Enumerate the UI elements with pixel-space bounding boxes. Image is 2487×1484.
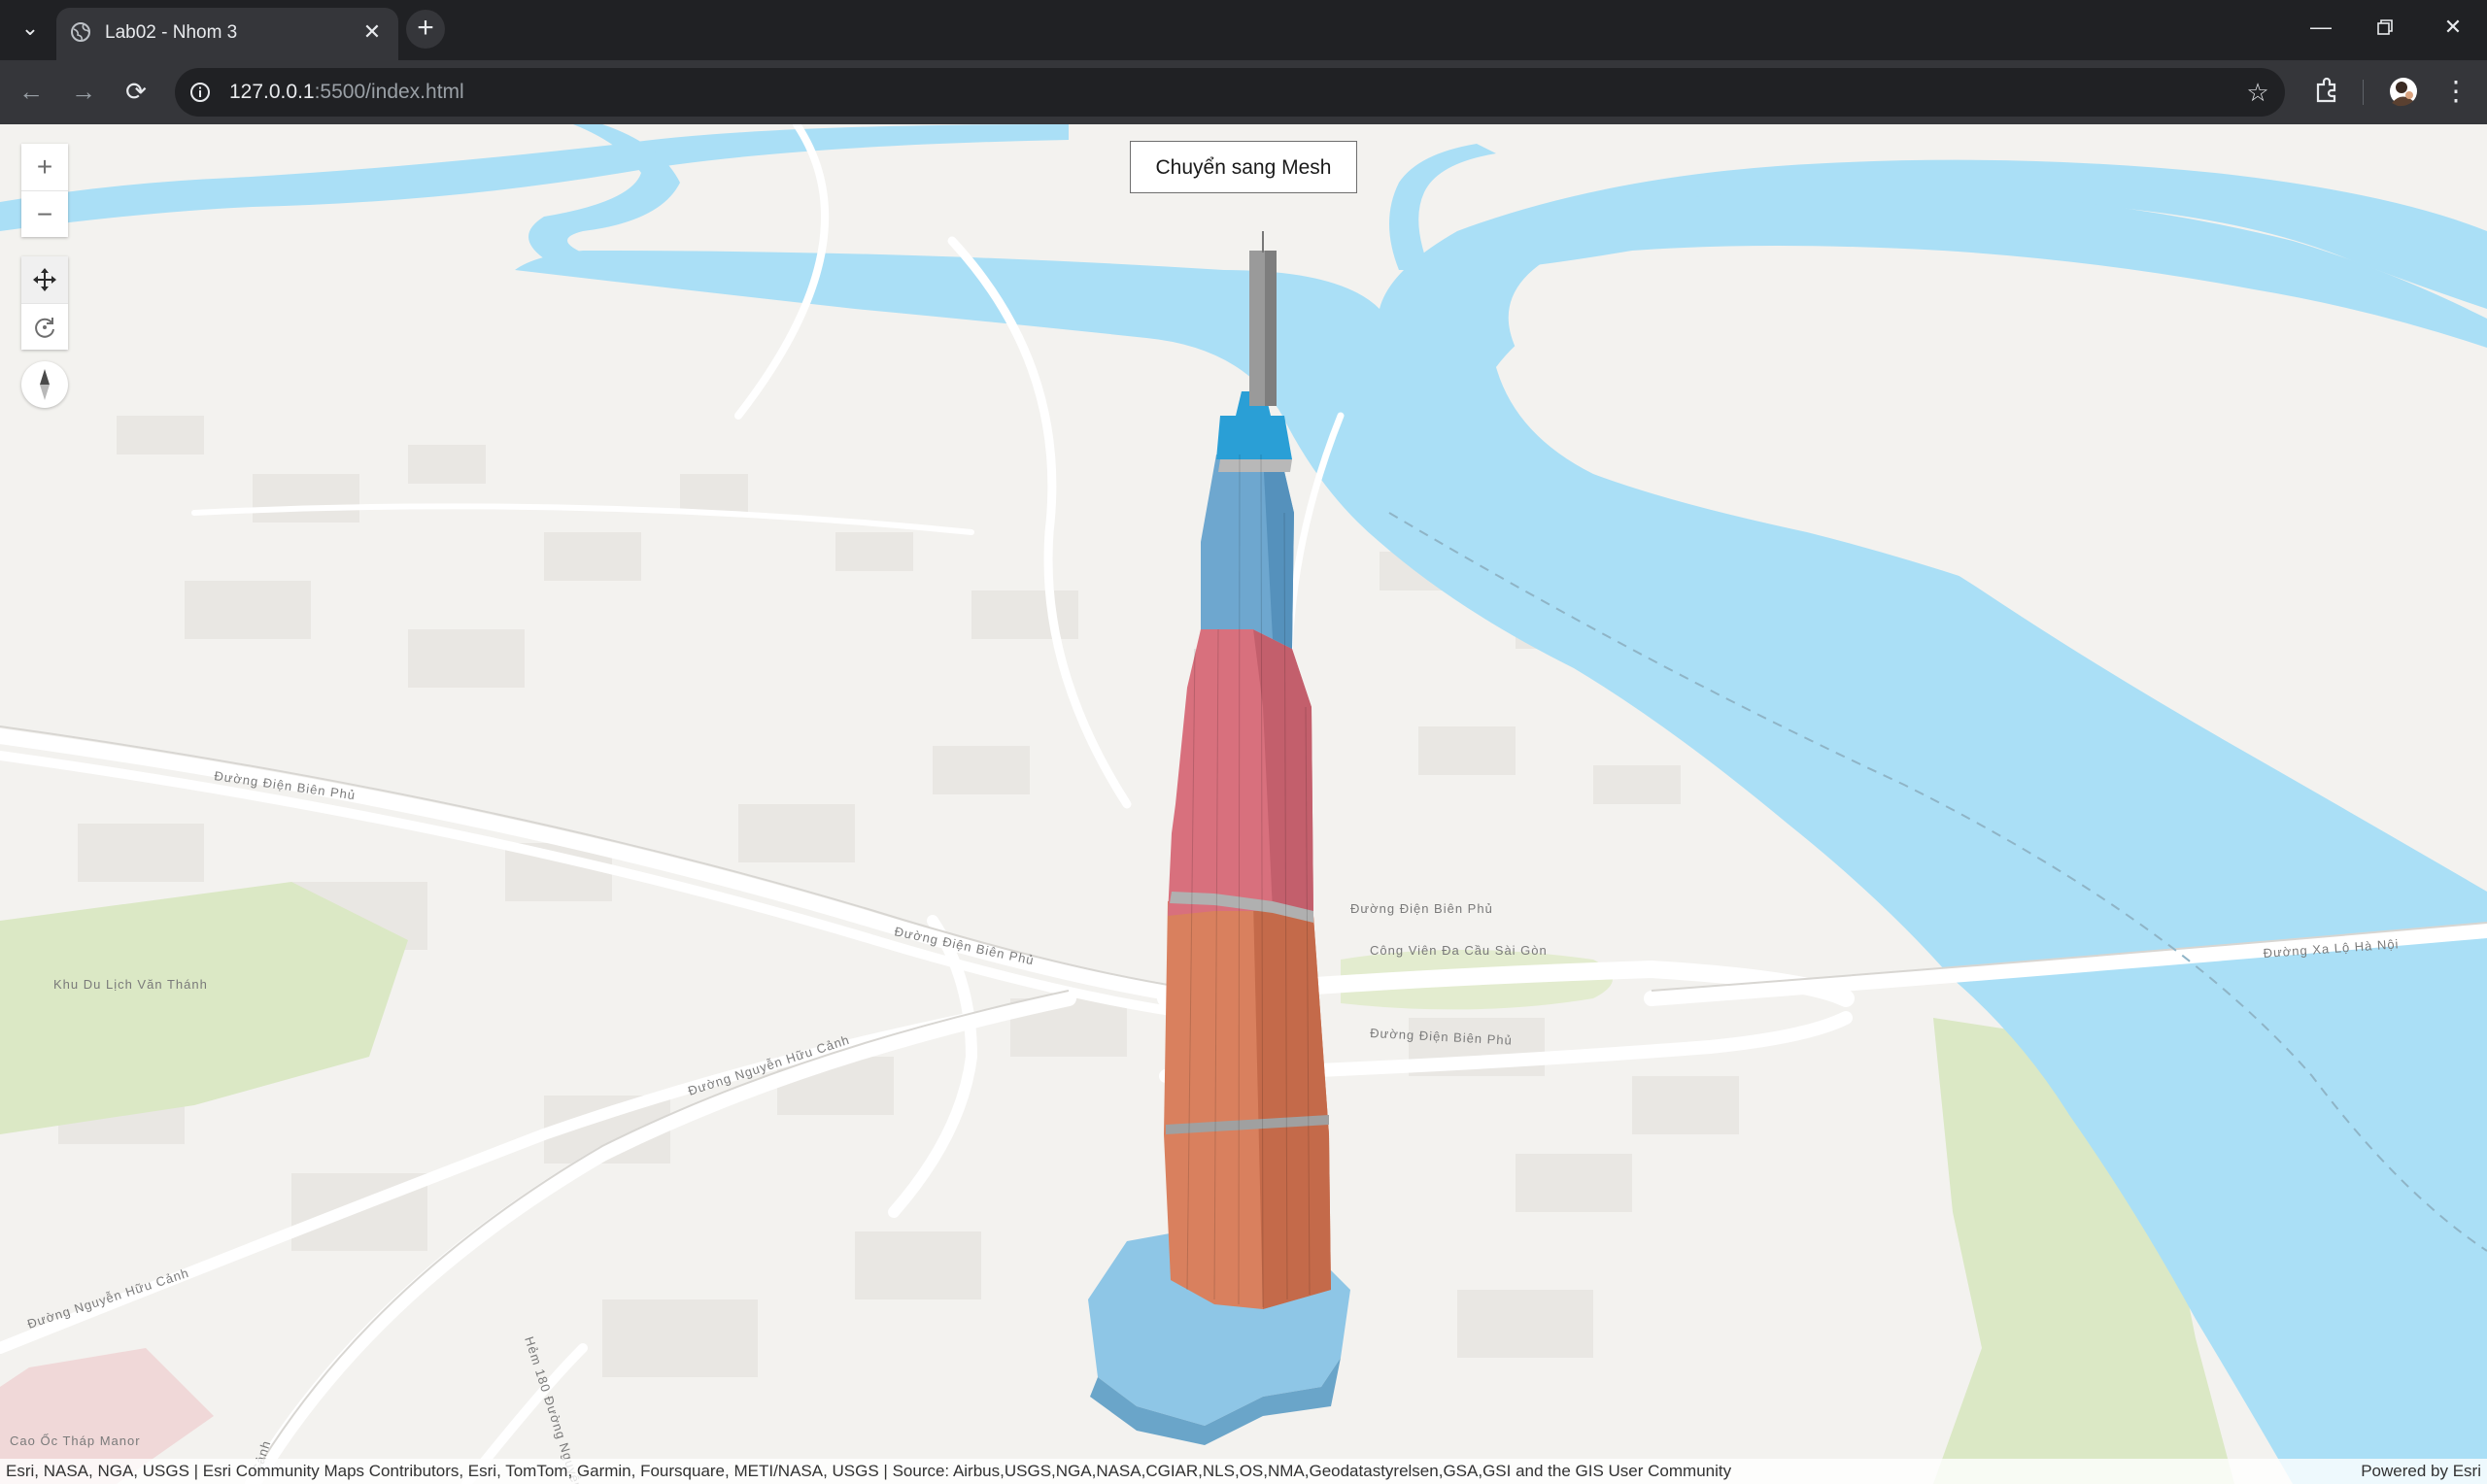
compass-icon (40, 369, 50, 400)
attribution-bar: Esri, NASA, NGA, USGS | Esri Community M… (0, 1459, 2487, 1484)
back-icon[interactable]: ← (12, 72, 51, 111)
pan-icon (33, 268, 56, 291)
toggle-mesh-button[interactable]: Chuyển sang Mesh (1130, 141, 1357, 193)
road-label: Đường Điện Biên Phủ (1350, 901, 1493, 916)
url-text[interactable]: 127.0.0.1:5500/index.html (229, 80, 464, 105)
site-info-icon[interactable] (188, 81, 212, 104)
bookmark-star-icon[interactable]: ☆ (2242, 77, 2273, 108)
tab-strip: ⌄ Lab02 - Nhom 3 ✕ + — ✕ (0, 0, 2487, 60)
zoom-controls: + − (21, 144, 68, 237)
attribution-text[interactable]: Esri, NASA, NGA, USGS | Esri Community M… (6, 1459, 1731, 1484)
road-label: Công Viên Đa Cầu Sài Gòn (1370, 943, 1548, 958)
zoom-out-button[interactable]: − (21, 190, 68, 237)
zoom-in-button[interactable]: + (21, 144, 68, 190)
browser-toolbar: ← → ⟳ 127.0.0.1:5500/index.html ☆ ⋮ (0, 60, 2487, 124)
scene-view[interactable]: Đường Điện Biên Phủ Đường Điện Biên Phủ … (0, 124, 2487, 1484)
globe-icon (71, 22, 90, 42)
extensions-icon[interactable] (2306, 72, 2345, 111)
new-tab-button[interactable]: + (406, 10, 445, 49)
rotate-button[interactable] (21, 303, 68, 350)
reload-icon[interactable]: ⟳ (117, 72, 155, 111)
navigation-controls (21, 256, 68, 350)
restore-icon[interactable] (2363, 8, 2407, 47)
close-window-icon[interactable]: ✕ (2431, 8, 2475, 47)
address-bar[interactable]: 127.0.0.1:5500/index.html ☆ (175, 68, 2285, 117)
toolbar-divider (2363, 80, 2364, 105)
road-label: Khu Du Lịch Văn Thánh (53, 977, 208, 992)
powered-by-esri[interactable]: Powered by Esri (2361, 1459, 2481, 1484)
forward-icon[interactable]: → (64, 72, 103, 111)
rotate-icon (35, 318, 54, 338)
tab-close-icon[interactable]: ✕ (359, 19, 385, 45)
minimize-icon[interactable]: — (2299, 8, 2343, 47)
tab-search-chevron-down-icon[interactable]: ⌄ (14, 12, 47, 45)
menu-kebab-icon[interactable]: ⋮ (2436, 72, 2475, 111)
tab-title: Lab02 - Nhom 3 (105, 22, 238, 43)
road-label: Cao Ốc Tháp Manor (10, 1433, 141, 1448)
browser-tab[interactable]: Lab02 - Nhom 3 ✕ (56, 8, 398, 60)
pan-button[interactable] (21, 256, 68, 303)
basemap: Đường Điện Biên Phủ Đường Điện Biên Phủ … (0, 124, 2487, 1484)
profile-avatar[interactable] (2384, 72, 2423, 111)
compass-button[interactable] (21, 361, 68, 408)
